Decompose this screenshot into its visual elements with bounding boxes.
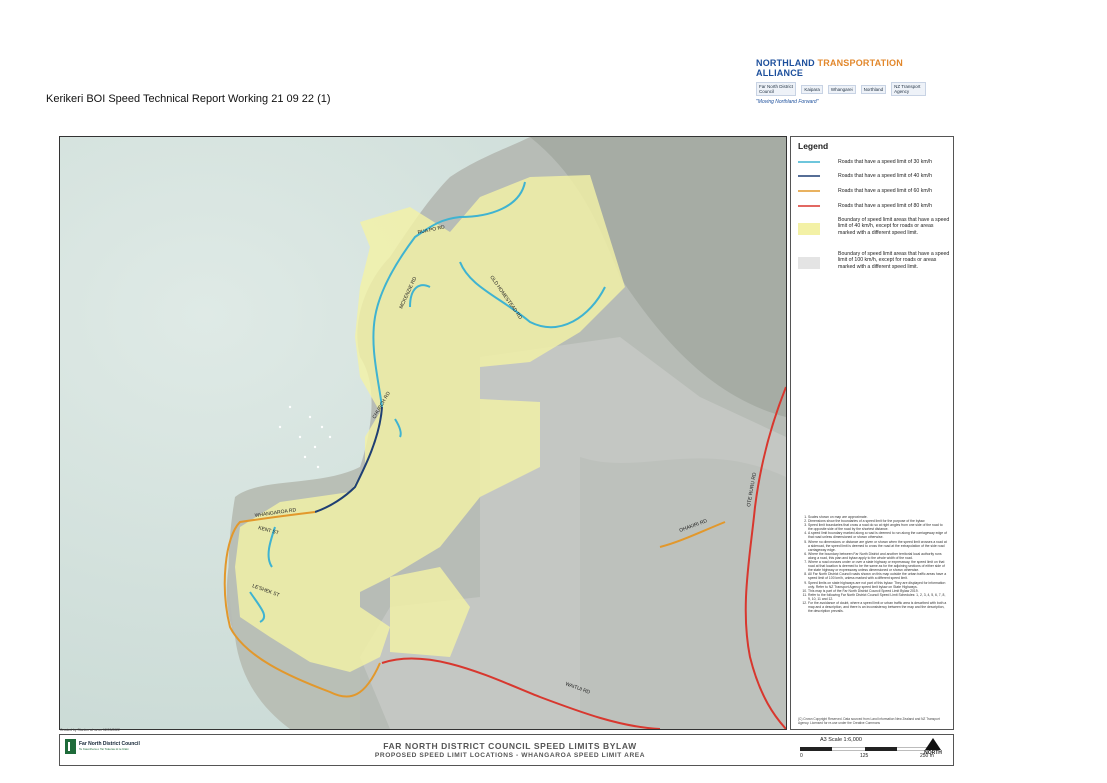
council-logo-icon [65, 739, 76, 754]
nta-tagline: "Moving Northland Forward" [756, 99, 819, 105]
line-swatch [798, 205, 820, 207]
map-title: FAR NORTH DISTRICT COUNCIL SPEED LIMITS … [383, 741, 637, 751]
legend-title: Legend [798, 141, 829, 151]
report-title: Kerikeri BOI Speed Technical Report Work… [46, 93, 331, 105]
legend-label: Boundary of speed limit areas that have … [838, 251, 950, 270]
legend-panel: Legend Roads that have a speed limit of … [790, 136, 954, 730]
legend-item-30: Roads that have a speed limit of 30 km/h [798, 159, 950, 165]
note-item: All Far North District Council roads sho… [808, 572, 948, 580]
scale-text: A3 Scale 1:6,000 [820, 737, 862, 743]
north-label: NORTH [924, 750, 942, 756]
partner-logo: Whangarei [827, 84, 856, 94]
north-arrow-icon [925, 738, 941, 750]
legend-label: Roads that have a speed limit of 40 km/h [838, 173, 933, 179]
legend-label: Roads that have a speed limit of 30 km/h [838, 159, 933, 165]
map-credit: Created by Stantec at ns on 12/09/2022 [60, 728, 120, 732]
map-canvas[interactable]: RUA PO RD OLD HOMESTEAD RD MCKENZIE RD C… [60, 137, 786, 729]
council-logo: Far North District Council Te Kaunihera … [65, 739, 140, 754]
note-item: Speed limit boundaries that cross a road… [808, 523, 948, 531]
scale-tick: 0 [800, 753, 803, 759]
legend-label: Boundary of speed limit areas that have … [838, 217, 950, 236]
note-item: Refer to the following Far North Distric… [808, 593, 948, 601]
note-item: Where the boundary between Far North Dis… [808, 552, 948, 560]
partner-logo: Northland [860, 84, 887, 94]
title-block: Far North District Council Te Kaunihera … [59, 734, 954, 766]
council-tagline: Te Kaunihera o Tai Tokerau ki te Raki [79, 747, 129, 752]
note-item: Where a road crosses under or over a sta… [808, 560, 948, 572]
legend-label: Roads that have a speed limit of 80 km/h [838, 203, 933, 209]
legend-item-80: Roads that have a speed limit of 80 km/h [798, 203, 950, 209]
nta-name-part2: TRANSPORTATION [817, 58, 903, 68]
legend-item-area-100: Boundary of speed limit areas that have … [798, 251, 950, 271]
partner-logo: Kaipara [801, 84, 823, 94]
legend-notes: Scales shown on map are approximate. Dim… [798, 515, 948, 613]
nta-name: NORTHLAND TRANSPORTATION ALLIANCE [756, 58, 926, 78]
map-frame[interactable]: RUA PO RD OLD HOMESTEAD RD MCKENZIE RD C… [59, 136, 787, 730]
legend-item-60: Roads that have a speed limit of 60 km/h [798, 188, 950, 194]
note-item: A speed limit boundary marked along a ro… [808, 531, 948, 539]
northland-transportation-alliance-logo: NORTHLAND TRANSPORTATION ALLIANCE Far No… [756, 58, 926, 105]
area-swatch [798, 257, 820, 269]
note-item: For the avoidance of doubt, where a spee… [808, 601, 948, 613]
nta-name-part1: NORTHLAND [756, 58, 815, 68]
line-swatch [798, 175, 820, 177]
copyright-notice: (C) Crown Copyright Reserved. Data sourc… [798, 717, 940, 726]
legend-item-area-40: Boundary of speed limit areas that have … [798, 217, 950, 237]
note-item: Speed limits on state highways are not p… [808, 581, 948, 589]
partner-logo: NZ Transport Agency [891, 82, 926, 96]
north-arrow: NORTH [920, 738, 946, 756]
note-item: Where no dimensions or distance are give… [808, 540, 948, 552]
map-subtitle: PROPOSED SPEED LIMIT LOCATIONS - WHANGAR… [374, 752, 646, 759]
legend-label: Roads that have a speed limit of 60 km/h [838, 188, 933, 194]
partner-logo: Far North District Council [756, 82, 797, 96]
scale-tick: 125 [860, 753, 869, 759]
scale-bar [800, 747, 930, 751]
area-swatch [798, 223, 820, 235]
nta-name-part3: ALLIANCE [756, 68, 804, 78]
partner-logos: Far North District Council Kaipara Whang… [756, 82, 926, 96]
line-swatch [798, 161, 820, 163]
legend-item-40: Roads that have a speed limit of 40 km/h [798, 173, 950, 179]
line-swatch [798, 190, 820, 192]
